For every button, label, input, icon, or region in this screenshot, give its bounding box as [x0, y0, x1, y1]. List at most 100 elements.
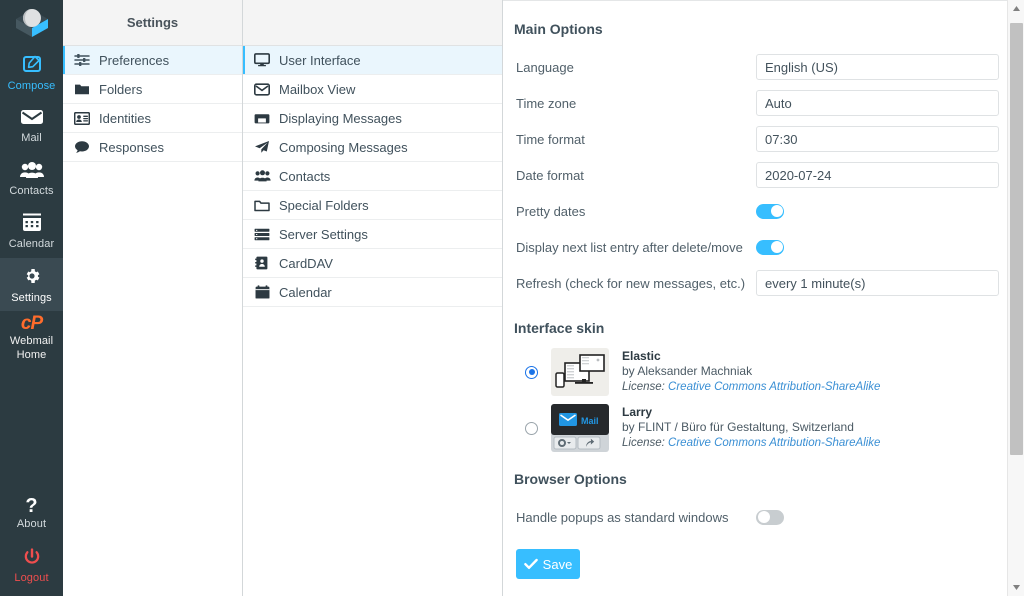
contacts-icon — [19, 161, 45, 183]
toggle-pretty-dates[interactable] — [756, 204, 784, 219]
content-scrollbar[interactable] — [1007, 0, 1024, 596]
taskbar-item-mail[interactable]: Mail — [0, 99, 63, 152]
toggle-display-next-list-entry[interactable] — [756, 240, 784, 255]
field-row-time-format: Time format 07:30 — [514, 121, 1002, 157]
section-item-composing-messages[interactable]: Composing Messages — [243, 133, 502, 162]
taskbar-item-about[interactable]: ? About — [0, 486, 63, 539]
skin-name-larry: Larry — [622, 405, 652, 419]
settings-column-header: Settings — [63, 0, 242, 46]
taskbar-label-logout: Logout — [14, 572, 48, 584]
taskbar-item-settings[interactable]: Settings — [0, 258, 63, 311]
taskbar-item-logout[interactable]: Logout — [0, 539, 63, 592]
sidebar-item-identities[interactable]: Identities — [63, 104, 242, 133]
taskbar-item-contacts[interactable]: Contacts — [0, 152, 63, 205]
section-label-composing-messages: Composing Messages — [279, 140, 408, 155]
taskbar-label-contacts: Contacts — [9, 185, 53, 197]
field-row-refresh: Refresh (check for new messages, etc.) e… — [514, 265, 1002, 301]
folder-outline-icon — [253, 199, 271, 212]
taskbar-item-compose[interactable]: Compose — [0, 46, 63, 99]
scrollbar-up-arrow[interactable] — [1008, 0, 1024, 17]
input-refresh[interactable]: every 1 minute(s) — [756, 270, 999, 296]
section-item-special-folders[interactable]: Special Folders — [243, 191, 502, 220]
section-label-displaying-messages: Displaying Messages — [279, 111, 402, 126]
skin-option-larry[interactable]: Mail Larry by FLINT / Büro für Gestaltun… — [514, 404, 1002, 452]
input-time-format[interactable]: 07:30 — [756, 126, 999, 152]
sliders-icon — [73, 53, 91, 67]
taskbar-item-webmail-home[interactable]: cP Webmail Home — [0, 311, 63, 364]
skin-license-link-larry[interactable]: Creative Commons Attribution-ShareAlike — [668, 437, 880, 449]
sidebar-item-folders[interactable]: Folders — [63, 75, 242, 104]
skin-license-link-elastic[interactable]: Creative Commons Attribution-ShareAlike — [668, 381, 880, 393]
monitor-icon — [253, 53, 271, 67]
taskbar-label-webmail-home-line1: Webmail — [10, 335, 53, 347]
label-display-next-list-entry: Display next list entry after delete/mov… — [514, 240, 756, 255]
skin-license-elastic: License: Creative Commons Attribution-Sh… — [622, 381, 880, 393]
scrollbar-thumb[interactable] — [1010, 23, 1023, 455]
section-item-server-settings[interactable]: Server Settings — [243, 220, 502, 249]
skin-meta-elastic: Elastic by Aleksander Machniak License: … — [622, 349, 880, 395]
taskbar: Compose Mail Contacts Calendar Settings — [0, 0, 63, 596]
main-options-title: Main Options — [514, 21, 1002, 37]
elastic-skin-thumbnail — [551, 348, 609, 396]
skin-meta-larry: Larry by FLINT / Büro für Gestaltung, Sw… — [622, 405, 880, 451]
paper-plane-icon — [253, 140, 271, 154]
taskbar-label-mail: Mail — [21, 132, 42, 144]
roundcube-settings-app: Compose Mail Contacts Calendar Settings — [0, 0, 1024, 596]
sections-column-header — [243, 0, 502, 46]
label-language: Language — [514, 60, 756, 75]
skin-option-elastic[interactable]: Elastic by Aleksander Machniak License: … — [514, 348, 1002, 396]
section-label-calendar: Calendar — [279, 285, 332, 300]
taskbar-label-settings: Settings — [11, 292, 52, 304]
address-book-icon — [253, 256, 271, 270]
envelope-icon — [20, 108, 44, 130]
section-item-displaying-messages[interactable]: Displaying Messages — [243, 104, 502, 133]
sidebar-item-responses[interactable]: Responses — [63, 133, 242, 162]
contacts-icon — [253, 170, 271, 182]
sidebar-label-folders: Folders — [99, 82, 142, 97]
label-handle-popups: Handle popups as standard windows — [514, 510, 756, 525]
section-label-carddav: CardDAV — [279, 256, 333, 271]
input-date-format[interactable]: 2020-07-24 — [756, 162, 999, 188]
scrollbar-track[interactable] — [1008, 17, 1024, 579]
label-refresh: Refresh (check for new messages, etc.) — [514, 276, 756, 291]
toggle-knob — [758, 511, 770, 523]
section-item-contacts[interactable]: Contacts — [243, 162, 502, 191]
skin-author-larry: by FLINT / Büro für Gestaltung, Switzerl… — [622, 420, 854, 434]
sections-list: User Interface Mailbox View Displaying M… — [243, 46, 502, 596]
section-label-mailbox-view: Mailbox View — [279, 82, 355, 97]
skin-license-label-elastic: License: — [622, 381, 665, 393]
input-language[interactable]: English (US) — [756, 54, 999, 80]
input-time-zone[interactable]: Auto — [756, 90, 999, 116]
toggle-handle-popups[interactable] — [756, 510, 784, 525]
section-label-special-folders: Special Folders — [279, 198, 369, 213]
preferences-form: Main Options Language English (US) Time … — [503, 0, 1024, 596]
section-item-calendar[interactable]: Calendar — [243, 278, 502, 307]
section-label-user-interface: User Interface — [279, 53, 361, 68]
radio-skin-larry[interactable] — [525, 422, 538, 435]
radio-skin-elastic[interactable] — [525, 366, 538, 379]
field-row-language: Language English (US) — [514, 49, 1002, 85]
scrollbar-down-arrow[interactable] — [1008, 579, 1024, 596]
field-row-handle-popups: Handle popups as standard windows — [514, 499, 1002, 535]
taskbar-item-calendar[interactable]: Calendar — [0, 205, 63, 258]
toggle-knob — [771, 205, 783, 217]
section-item-mailbox-view[interactable]: Mailbox View — [243, 75, 502, 104]
field-row-date-format: Date format 2020-07-24 — [514, 157, 1002, 193]
check-icon — [524, 558, 538, 570]
label-pretty-dates: Pretty dates — [514, 204, 756, 219]
compose-icon — [22, 54, 42, 78]
speech-bubble-icon — [73, 140, 91, 154]
folder-icon — [73, 82, 91, 96]
section-item-carddav[interactable]: CardDAV — [243, 249, 502, 278]
sidebar-item-preferences[interactable]: Preferences — [63, 46, 242, 75]
preferences-sections-column: User Interface Mailbox View Displaying M… — [243, 0, 503, 596]
label-time-format: Time format — [514, 132, 756, 147]
settings-list-column: Settings Preferences Folders Identities — [63, 0, 243, 596]
section-item-user-interface[interactable]: User Interface — [243, 46, 502, 75]
save-button[interactable]: Save — [516, 549, 580, 579]
taskbar-label-calendar: Calendar — [9, 238, 54, 250]
taskbar-bottom-group: ? About Logout — [0, 486, 63, 592]
id-card-icon — [73, 112, 91, 125]
power-icon — [23, 548, 41, 570]
taskbar-label-about: About — [17, 518, 46, 530]
